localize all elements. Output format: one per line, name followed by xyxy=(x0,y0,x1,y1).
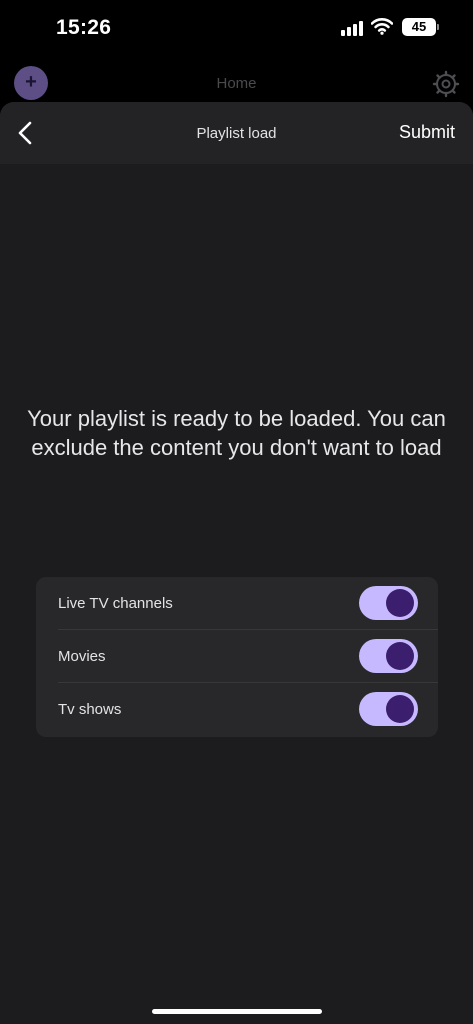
status-bar: 15:26 45 xyxy=(0,0,473,56)
option-row-tv-shows: Tv shows xyxy=(36,683,438,736)
toggle-knob xyxy=(386,642,414,670)
wifi-icon xyxy=(371,18,393,35)
playlist-load-sheet: Playlist load Submit Your playlist is re… xyxy=(0,102,473,1024)
movies-toggle[interactable] xyxy=(359,639,418,673)
option-row-live-tv: Live TV channels xyxy=(36,577,438,630)
submit-button[interactable]: Submit xyxy=(399,122,455,143)
live-tv-toggle[interactable] xyxy=(359,586,418,620)
background-title: Home xyxy=(216,75,257,92)
option-label: Live TV channels xyxy=(58,595,173,612)
status-time: 15:26 xyxy=(56,16,112,39)
cellular-signal-icon xyxy=(341,20,365,36)
ready-message: Your playlist is ready to be loaded. You… xyxy=(27,406,446,460)
tv-shows-toggle[interactable] xyxy=(359,692,418,726)
option-label: Movies xyxy=(58,648,106,665)
toggle-knob xyxy=(386,589,414,617)
battery-icon: 45 xyxy=(402,18,436,36)
gear-icon[interactable] xyxy=(432,70,460,98)
battery-cap xyxy=(437,24,439,30)
nav-bar: Playlist load Submit xyxy=(0,102,473,164)
option-label: Tv shows xyxy=(58,701,122,718)
toggle-knob xyxy=(386,695,414,723)
content-options-card: Live TV channels Movies Tv shows xyxy=(36,577,438,737)
home-indicator[interactable] xyxy=(152,1009,322,1014)
option-row-movies: Movies xyxy=(36,630,438,683)
